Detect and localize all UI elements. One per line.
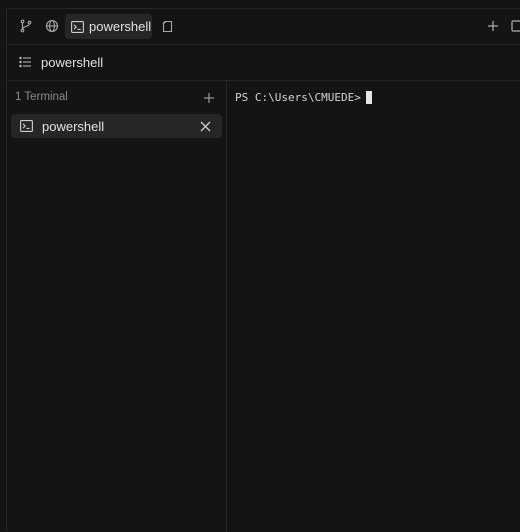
terminal-prompt-line: PS C:\Users\CMUEDE> (235, 91, 372, 104)
terminal-list-sidebar: 1 Terminal powershell (7, 81, 227, 532)
plus-icon[interactable] (485, 18, 501, 34)
list-icon[interactable] (19, 56, 32, 68)
tab-powershell[interactable]: powershell (65, 14, 152, 39)
square-icon[interactable] (509, 18, 520, 34)
top-tab-bar: powershell (7, 9, 520, 45)
terminal-icon (20, 120, 33, 132)
add-terminal-button[interactable] (201, 90, 217, 106)
globe-icon[interactable] (44, 18, 60, 34)
terminal-count: 1 Terminal (15, 91, 68, 103)
terminal-output[interactable]: PS C:\Users\CMUEDE> (227, 81, 520, 532)
tab-label: powershell (89, 19, 152, 34)
terminal-cursor (365, 91, 372, 104)
close-icon[interactable] (197, 118, 213, 134)
sidebar-item-powershell[interactable]: powershell (11, 114, 222, 138)
terminal-icon (71, 20, 84, 33)
terminal-title-bar: powershell (7, 45, 520, 81)
terminal-title: powershell (41, 55, 104, 70)
copy-icon[interactable] (159, 18, 175, 34)
sidebar-item-label: powershell (42, 118, 105, 134)
git-branch-icon[interactable] (18, 18, 34, 34)
terminal-panel: powershell powershell 1 Terminal powersh… (6, 8, 520, 532)
terminal-prompt: PS C:\Users\CMUEDE> (235, 91, 361, 104)
